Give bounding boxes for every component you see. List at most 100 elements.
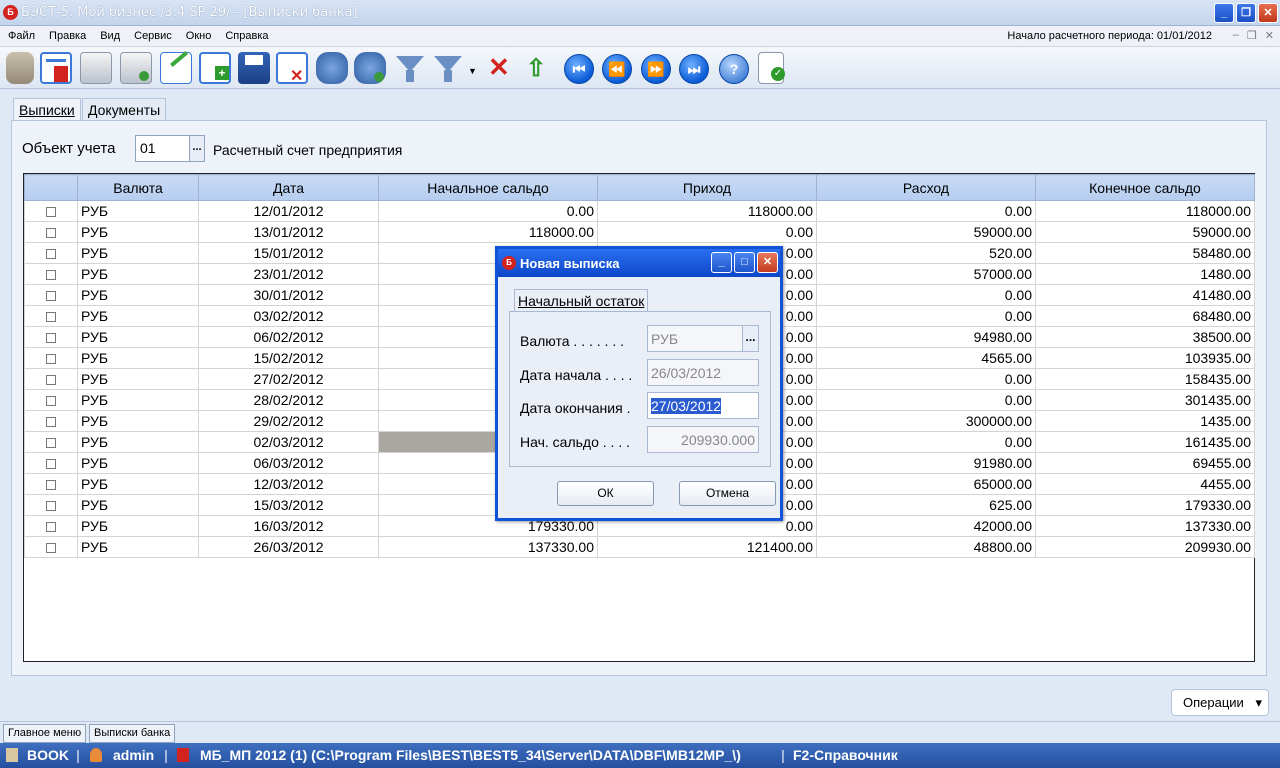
filter-menu-icon[interactable]: ▼ [432,52,477,84]
first-record-icon[interactable]: ⏮ [564,54,594,84]
task-main-menu[interactable]: Главное меню [3,724,87,743]
row-checkbox[interactable] [46,249,56,260]
find-icon[interactable] [316,52,348,84]
cell-date: 29/02/2012 [198,410,379,432]
table-row[interactable]: РУБ 12/01/2012 0.00 118000.00 0.00 118000.00 [24,200,1255,222]
currency-lookup-button[interactable]: ... [742,325,759,352]
menu-service[interactable]: Сервис [134,30,172,42]
row-checkbox-cell[interactable] [24,410,78,432]
row-checkbox-cell[interactable] [24,263,78,285]
mdi-minimize-icon[interactable]: – [1233,29,1239,42]
column-header-currency[interactable]: Валюта [77,174,199,201]
row-checkbox-cell[interactable] [24,326,78,348]
menu-view[interactable]: Вид [100,30,120,42]
column-header-closing-balance[interactable]: Конечное сальдо [1035,174,1255,201]
row-checkbox[interactable] [46,543,56,554]
next-record-icon[interactable]: ⏩ [641,54,671,84]
ok-button[interactable]: ОК [557,481,654,506]
row-checkbox-cell[interactable] [24,452,78,474]
row-checkbox[interactable] [46,207,56,218]
row-checkbox[interactable] [46,522,56,533]
row-checkbox-cell[interactable] [24,221,78,243]
column-header-select[interactable] [24,174,78,201]
row-checkbox[interactable] [46,396,56,407]
cell-expense: 625.00 [816,494,1036,516]
mdi-close-icon[interactable]: ✕ [1265,29,1274,42]
dialog-maximize-button[interactable]: □ [734,252,755,273]
restore-button[interactable]: ❐ [1236,3,1256,23]
cell-date: 06/03/2012 [198,452,379,474]
last-record-icon[interactable]: ⏭ [679,54,709,84]
print-preview-icon[interactable] [120,52,152,84]
row-checkbox-cell[interactable] [24,305,78,327]
column-header-expense[interactable]: Расход [816,174,1036,201]
table-row[interactable]: РУБ 26/03/2012 137330.00 121400.00 48800.00 2… [24,536,1255,558]
column-header-opening-balance[interactable]: Начальное сальдо [378,174,598,201]
row-checkbox-cell[interactable] [24,368,78,390]
column-header-income[interactable]: Приход [597,174,817,201]
row-checkbox-cell[interactable] [24,515,78,537]
menu-window[interactable]: Окно [186,30,212,42]
filter-icon[interactable] [394,52,426,84]
row-checkbox[interactable] [46,480,56,491]
currency-field[interactable]: РУБ [647,325,743,352]
end-date-field[interactable]: 27/03/2012 [647,392,759,419]
previous-record-icon[interactable]: ⏪ [602,54,632,84]
column-header-date[interactable]: Дата [198,174,379,201]
object-lookup-button[interactable]: ... [189,135,205,162]
row-checkbox-cell[interactable] [24,284,78,306]
row-checkbox[interactable] [46,270,56,281]
dialog-close-button[interactable]: ✕ [757,252,778,273]
row-checkbox[interactable] [46,438,56,449]
print-icon[interactable] [80,52,112,84]
balance-field[interactable]: 209930.000 [647,426,759,453]
close-button[interactable]: ✕ [1258,3,1278,23]
edit-document-icon[interactable] [160,51,192,84]
row-checkbox-cell[interactable] [24,494,78,516]
statement-icon[interactable] [40,52,72,84]
add-record-icon[interactable]: + [199,52,231,84]
start-date-field[interactable]: 26/03/2012 [647,359,759,386]
check-document-icon[interactable]: ✓ [758,52,785,84]
row-checkbox-cell[interactable] [24,347,78,369]
save-icon[interactable] [238,52,270,84]
find-next-icon[interactable] [354,52,386,84]
operations-button[interactable]: Операции ▾ [1171,689,1269,716]
row-checkbox-cell[interactable] [24,242,78,264]
row-checkbox[interactable] [46,375,56,386]
help-icon[interactable]: ? [719,54,749,84]
dialog-app-icon: Б [502,256,516,270]
row-checkbox[interactable] [46,333,56,344]
row-checkbox[interactable] [46,312,56,323]
balance-label: Нач. сальдо . . . . [520,434,630,450]
row-checkbox[interactable] [46,354,56,365]
row-checkbox[interactable] [46,501,56,512]
row-checkbox[interactable] [46,459,56,470]
table-row[interactable]: РУБ 13/01/2012 118000.00 0.00 59000.00 59000.… [24,221,1255,243]
row-checkbox[interactable] [46,228,56,239]
tab-statements[interactable]: Выписки [13,98,81,121]
dialog-minimize-button[interactable]: _ [711,252,732,273]
tab-opening-balance[interactable]: Начальный остаток [514,289,649,312]
menu-help[interactable]: Справка [225,30,268,42]
object-input[interactable]: 01 [135,135,190,162]
sort-icon[interactable]: ⇧ [522,52,554,84]
task-bank-statements[interactable]: Выписки банка [89,724,176,743]
row-checkbox[interactable] [46,417,56,428]
cancel-button[interactable]: Отмена [679,481,776,506]
delete-record-icon[interactable]: ✕ [276,52,308,85]
clear-filter-icon[interactable]: ✕ [484,52,516,84]
row-checkbox-cell[interactable] [24,200,78,222]
row-checkbox-cell[interactable] [24,431,78,453]
menu-file[interactable]: Файл [8,30,35,42]
row-checkbox-cell[interactable] [24,473,78,495]
mdi-restore-icon[interactable]: ❐ [1247,29,1257,42]
row-checkbox[interactable] [46,291,56,302]
row-checkbox-cell[interactable] [24,536,78,558]
row-checkbox-cell[interactable] [24,389,78,411]
minimize-button[interactable]: _ [1214,3,1234,23]
end-date-selection: 27/03/2012 [651,398,722,414]
disk-stack-icon[interactable] [6,52,34,84]
menu-edit[interactable]: Правка [49,30,86,42]
tab-documents[interactable]: Документы [82,98,167,121]
